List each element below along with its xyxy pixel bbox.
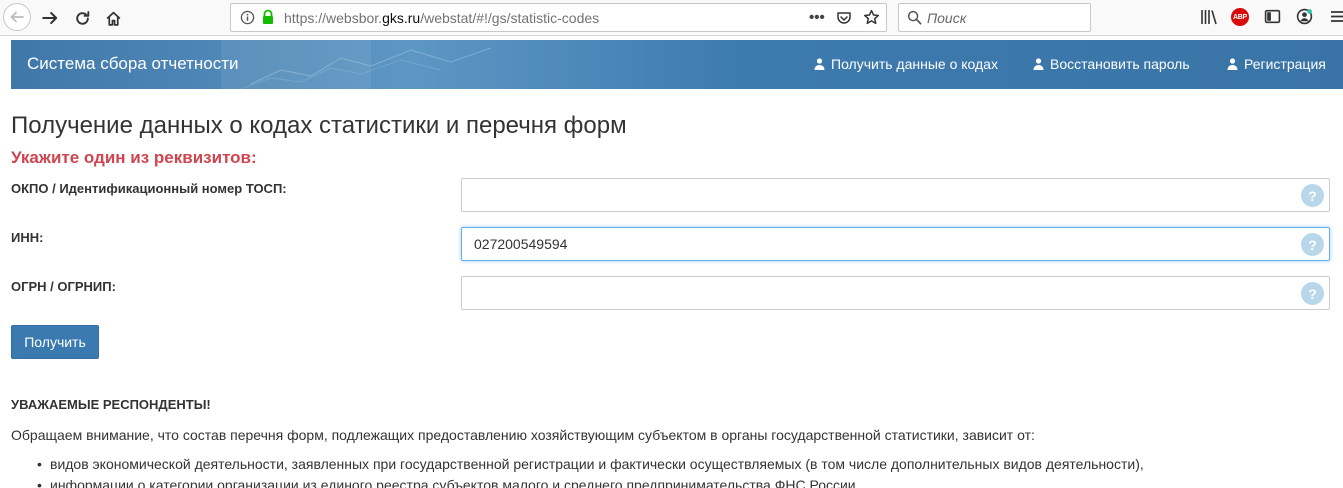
get-codes-link-label: Получить данные о кодах [831,56,998,72]
address-bar[interactable]: https://websbor.gks.ru/webstat/#!/gs/sta… [230,3,887,32]
info-icon[interactable] [240,10,255,30]
okpo-label: ОКПО / Идентификационный номер ТОСП: [11,181,287,196]
register-link[interactable]: Регистрация [1227,56,1326,72]
notice-text: Обращаем внимание, что состав перечня фо… [11,427,1035,443]
inn-label: ИНН: [11,230,44,245]
reload-button[interactable] [69,5,95,31]
home-icon [106,11,120,26]
browser-toolbar: https://websbor.gks.ru/webstat/#!/gs/sta… [0,0,1343,36]
ogrn-label: ОГРН / ОГРНИП: [11,279,116,294]
browser-search-input[interactable] [927,8,1082,28]
inn-input[interactable] [461,227,1330,261]
user-icon [814,58,825,70]
bookmark-star-icon[interactable] [863,9,880,31]
get-codes-link[interactable]: Получить данные о кодах [814,56,998,72]
user-icon [1227,58,1238,70]
site-title[interactable]: Система сбора отчетности [27,54,239,74]
browser-search-bar[interactable] [898,3,1091,32]
url-host: gks.ru [382,10,421,26]
library-icon[interactable] [1200,8,1218,31]
notice-list-item: информации о категории организации из ед… [37,477,1144,488]
site-header: Система сбора отчетности Получить данные… [11,40,1343,89]
home-button[interactable] [100,5,126,31]
register-link-label: Регистрация [1244,56,1326,72]
arrow-right-icon [42,11,58,25]
pocket-icon[interactable] [836,10,852,31]
notice-heading: УВАЖАЕМЫЕ РЕСПОНДЕНТЫ! [11,397,211,412]
reload-icon [75,10,89,25]
inn-help-icon[interactable]: ? [1301,233,1324,256]
forward-button[interactable] [37,5,63,31]
url-text[interactable]: https://websbor.gks.ru/webstat/#!/gs/sta… [284,10,599,26]
account-icon[interactable] [1296,8,1313,30]
notice-list-item: видов экономической деятельности, заявле… [37,456,1144,477]
back-button[interactable] [3,3,31,31]
adblock-icon[interactable]: ABP [1231,8,1249,26]
url-path: /webstat/#!/gs/statistic-codes [420,10,600,26]
url-prefix: https://websbor. [284,10,383,26]
okpo-help-icon[interactable]: ? [1301,184,1324,207]
user-icon [1033,58,1044,70]
lock-icon[interactable] [261,9,275,30]
restore-password-link-label: Восстановить пароль [1050,56,1190,72]
notice-list: видов экономической деятельности, заявле… [37,456,1144,488]
ogrn-input[interactable] [461,276,1330,310]
arrow-left-icon [10,11,24,23]
page-actions-icon[interactable]: ••• [809,9,825,26]
form-instruction: Укажите один из реквизитов: [11,148,257,167]
okpo-input[interactable] [461,178,1330,212]
sidebar-icon[interactable] [1264,8,1281,30]
search-icon [907,10,922,30]
ogrn-help-icon[interactable]: ? [1301,282,1324,305]
hamburger-menu-icon[interactable] [1330,8,1343,30]
page-title: Получение данных о кодах статистики и пе… [11,112,627,139]
restore-password-link[interactable]: Восстановить пароль [1033,56,1190,72]
get-data-button[interactable]: Получить [11,325,99,359]
